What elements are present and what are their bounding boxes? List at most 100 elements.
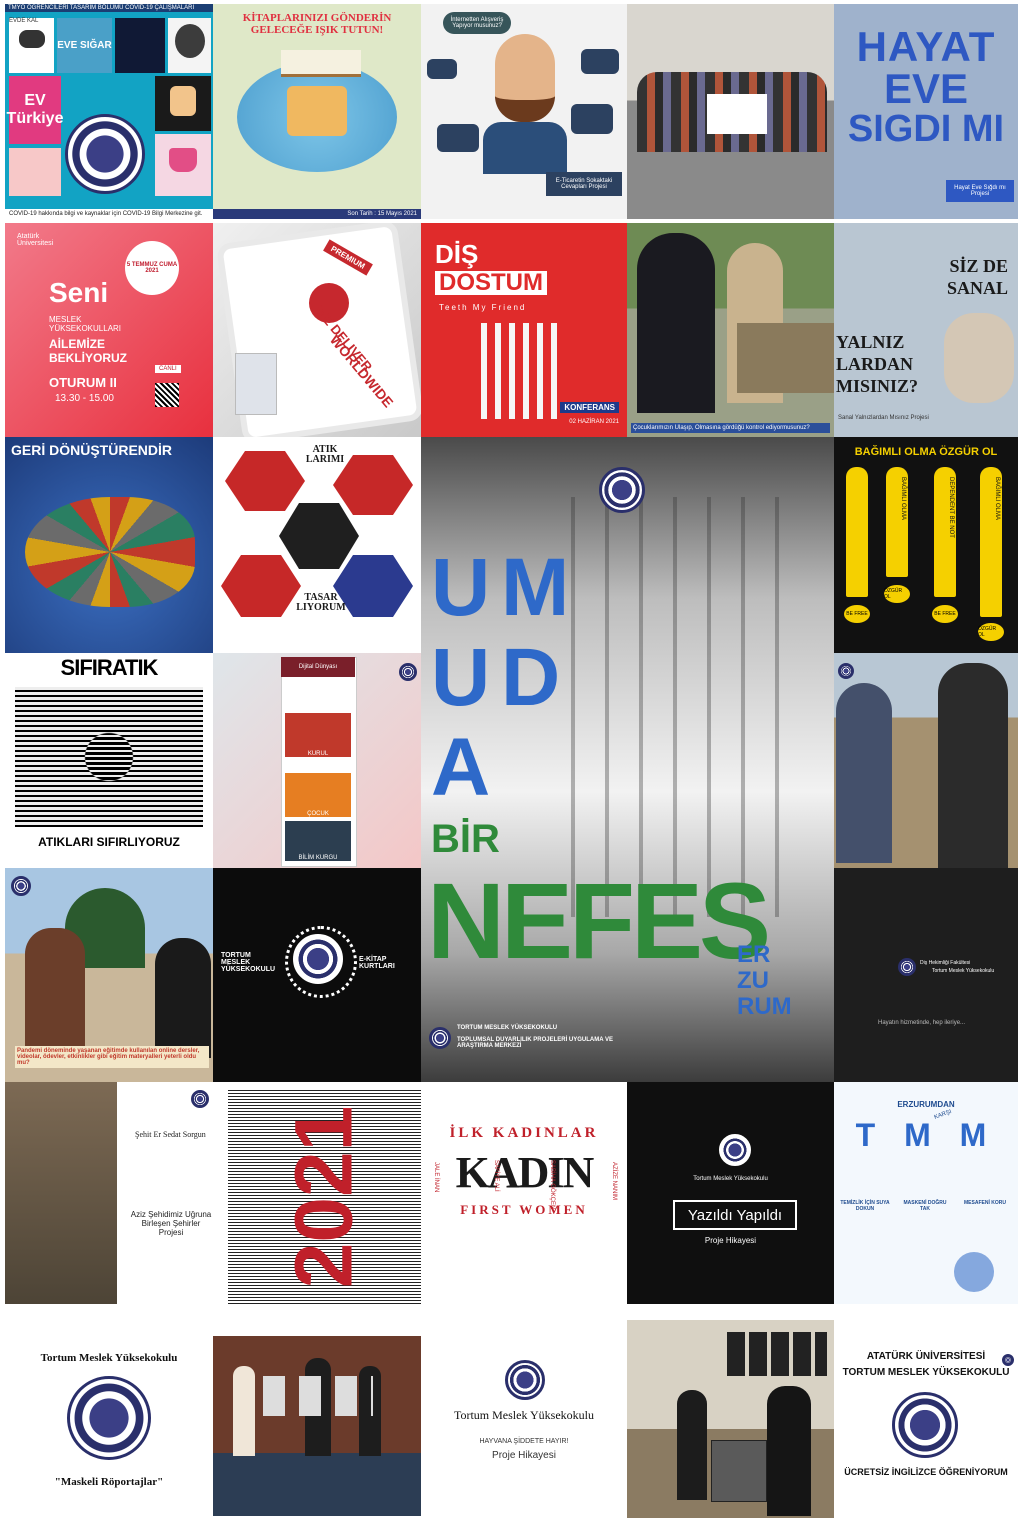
ataturk-seal-icon	[65, 114, 145, 194]
soldier-photo	[5, 1082, 117, 1304]
menu-card-bilim-kurgu[interactable]: BİLİM KURGU	[285, 821, 351, 861]
ataturk-seal-icon	[293, 934, 343, 984]
poster-eve-sigar: EVE SIĞAR	[57, 18, 112, 73]
tile-top: ERZURUMDAN	[897, 1100, 955, 1109]
tile-maskeli-roportajlar[interactable]: Tortum Meslek Yüksekokulu "Maskeli Röpor…	[5, 1304, 213, 1518]
tile-yazildi-yapildi[interactable]: Tortum Meslek Yüksekokulu Yazıldı Yapıld…	[627, 1082, 834, 1304]
tile-bagimli-olma[interactable]: BAĞIMLI OLMA ÖZGÜR OL BAĞIMLI OLMA DEPEN…	[834, 437, 1018, 653]
junk-fish-icon	[25, 497, 195, 607]
letter-a: A	[431, 722, 491, 813]
tile-ingilizce[interactable]: ATATÜRK ÜNİVERSİTESİ TORTUM MESLEK YÜKSE…	[834, 1304, 1018, 1518]
line-siz-de: SİZ DE	[949, 256, 1008, 276]
bubble-icon	[427, 59, 457, 79]
title-top: İLK KADINLAR	[449, 1125, 599, 1141]
dot-ozgur-ol-2: ÖZGÜR OL	[978, 623, 1004, 641]
tile-title: Şehit Er Sedat Sorgun	[135, 1130, 206, 1139]
menu-card-cocuk[interactable]: ÇOCUK	[285, 773, 351, 817]
bottom-slogan: ATIKLARI SIFIRLIYORUZ	[38, 835, 180, 849]
erzurum-rum: RUM	[737, 993, 792, 1020]
words-tasarliyorum: TASAR LIYORUM	[296, 592, 346, 613]
tile-ilk-kadinlar[interactable]: İLK KADINLAR KADIN JALE İNAN SAFİYE ALİ …	[421, 1082, 627, 1304]
bubble-icon	[581, 49, 619, 74]
subtitle-2: AİLEMİZE BEKLİYORUZ	[49, 337, 127, 365]
covid-info-footer[interactable]: COVID-19 hakkında bilgi ve kaynaklar içi…	[5, 209, 213, 219]
boy-face	[944, 313, 1014, 403]
tile-sanal-yalniz[interactable]: SİZ DE SANAL YALNIZ LARDAN MISINIZ? Sana…	[834, 223, 1018, 437]
headline-eve: EVE	[883, 65, 969, 112]
vertical-1: BAĞIMLI OLMA	[900, 477, 906, 521]
tile-hayat-eve[interactable]: HAYAT EVE SIGDI MI Hayat Eve Sığdı mı Pr…	[834, 4, 1018, 219]
line-lardan: LARDAN	[836, 354, 914, 374]
brand-label: Atatürk Üniversitesi	[17, 233, 54, 247]
word-bir: BİR	[431, 817, 500, 861]
tile-dijital-dunyasi[interactable]: Dijital Dünyası KURUL ÇOCUK BİLİM KURGU	[213, 653, 421, 868]
tile-caption: Hayat Eve Sığdı mı Projesi	[946, 180, 1014, 202]
tile-dis-dostum[interactable]: DİŞ DOSTUM Teeth My Friend KONFERANS 02 …	[421, 223, 627, 437]
tile-interview-1[interactable]: Çocuklarımızın Ulaşıp, Olmasına gördüğü …	[627, 223, 834, 437]
session-label: OTURUM II	[49, 375, 117, 390]
tile-geri-donusturen[interactable]: GERİ DÖNÜŞTÜRENDİR	[5, 437, 213, 653]
spiral-pattern	[15, 687, 203, 827]
tile-tmm[interactable]: ERZURUMDAN KARŞI T M M TEMİZLİK İÇİN SUY…	[834, 1082, 1018, 1304]
poster-hand	[155, 76, 211, 131]
year-2021: 2021	[278, 1105, 370, 1289]
event-date: 02 HAZİRAN 2021	[569, 419, 619, 425]
tile-seni-bekliyoruz[interactable]: Atatürk Üniversitesi 5 TEMMUZ CUMA 2021 …	[5, 223, 213, 437]
card-2: MASKENİ DOĞRU TAK	[903, 1200, 947, 1212]
name-2: SAFİYE ALİ	[493, 1160, 499, 1192]
name-1: JALE İNAN	[433, 1162, 439, 1193]
tile-2021[interactable]: 2021	[228, 1090, 421, 1304]
poster-ev: EV Türkiye	[7, 76, 63, 144]
tile-group-photo[interactable]	[627, 4, 834, 219]
poster-dark	[115, 18, 165, 73]
letter-m: M	[501, 542, 570, 633]
dot-be-free: BE FREE	[844, 605, 870, 623]
tile-subtitle: Aziz Şehidimiz Uğruna Birleşen Şehirler …	[130, 1210, 212, 1237]
tile-interview-3[interactable]: Pandemi döneminde yaşanan eğitimde kulla…	[5, 868, 213, 1082]
tile-eticaret[interactable]: İnternetten Alışveriş Yapıyor musunuz? E…	[421, 4, 627, 219]
tile-umuda-bir-nefes[interactable]: U M U D A BİR NEFES ER ZU RUM TORTUM MES…	[421, 437, 834, 1082]
school-name: Tortum Meslek Yüksekokulu	[453, 1408, 595, 1422]
tile-dis-hekimligi[interactable]: Diş Hekimliği Fakültesi Tortum Meslek Yü…	[834, 868, 1018, 1082]
title-kadin: KADIN	[455, 1148, 595, 1197]
person-left	[25, 928, 85, 1058]
person-masked	[938, 663, 1008, 868]
tile-sifiratik[interactable]: SIFIRATIK ATIKLARI SIFIRLIYORUZ	[5, 653, 213, 868]
person-right	[155, 938, 211, 1058]
tile-we-deliver[interactable]: PREMIUM WE DELIVER WORLDWIDE	[213, 223, 421, 437]
framed-pictures	[727, 1332, 827, 1376]
tile-sehit-er[interactable]: Şehit Er Sedat Sorgun Aziz Şehidimiz Uğr…	[5, 1082, 213, 1304]
person-hijab	[677, 1390, 707, 1500]
person-right	[767, 1386, 811, 1516]
toothbrushes-icon	[481, 323, 561, 419]
tile-title: BAĞIMLI OLMA ÖZGÜR OL	[854, 446, 998, 458]
words-atiklarimi: ATIK LARIMI	[305, 444, 345, 465]
headline: Seni	[49, 277, 109, 308]
bubble-icon	[571, 104, 613, 134]
school-name: TORTUM MESLEK YÜKSEKOKULU	[457, 1025, 558, 1031]
poster-pink	[9, 148, 61, 196]
headline-sigdi-mi: SIGDI MI	[847, 108, 1005, 150]
hex-center	[279, 503, 359, 569]
title-box: Yazıldı Yapıldı	[673, 1200, 797, 1230]
display-case	[711, 1440, 767, 1502]
tile-header: TMYO ÖĞRENCİLERİ TASARIM BÖLÜMÜ COVID-19…	[5, 4, 213, 12]
tile-interview-2[interactable]	[834, 653, 1018, 868]
certificates	[707, 94, 767, 134]
vertical-3: BAĞIMLI OLMA	[994, 477, 1000, 521]
tile-caption: E-Ticaretin Sokaktaki Cevapları Projesi	[546, 172, 622, 196]
tile-exhibition[interactable]	[213, 1336, 421, 1516]
tile-e-kitap-kurtlari[interactable]: TORTUM MESLEK YÜKSEKOKULU E-KİTAP KURTLA…	[213, 868, 421, 1082]
tile-kitaplarinizi[interactable]: KİTAPLARINIZI GÖNDERİN GELECEĞE IŞIK TUT…	[213, 4, 421, 219]
tile-covid-posters[interactable]: TMYO ÖĞRENCİLERİ TASARIM BÖLÜMÜ COVID-19…	[5, 4, 213, 219]
tile-hayvana-siddete[interactable]: Tortum Meslek Yüksekokulu HAYVANA ŞİDDET…	[421, 1304, 627, 1518]
tile-atiklarimi[interactable]: ATIK LARIMI TASAR LIYORUM	[213, 437, 421, 653]
tile-library-visit[interactable]	[627, 1320, 834, 1518]
card-3: MESAFENİ KORU	[964, 1200, 1006, 1206]
exclaim-1	[846, 467, 868, 597]
menu-card-kurul[interactable]: KURUL	[285, 713, 351, 757]
letters-row: T M M	[855, 1117, 997, 1153]
easels	[263, 1376, 373, 1416]
poster-evde-kal: EVDE KAL	[9, 18, 54, 73]
session-time: 13.30 - 15.00	[55, 393, 114, 404]
